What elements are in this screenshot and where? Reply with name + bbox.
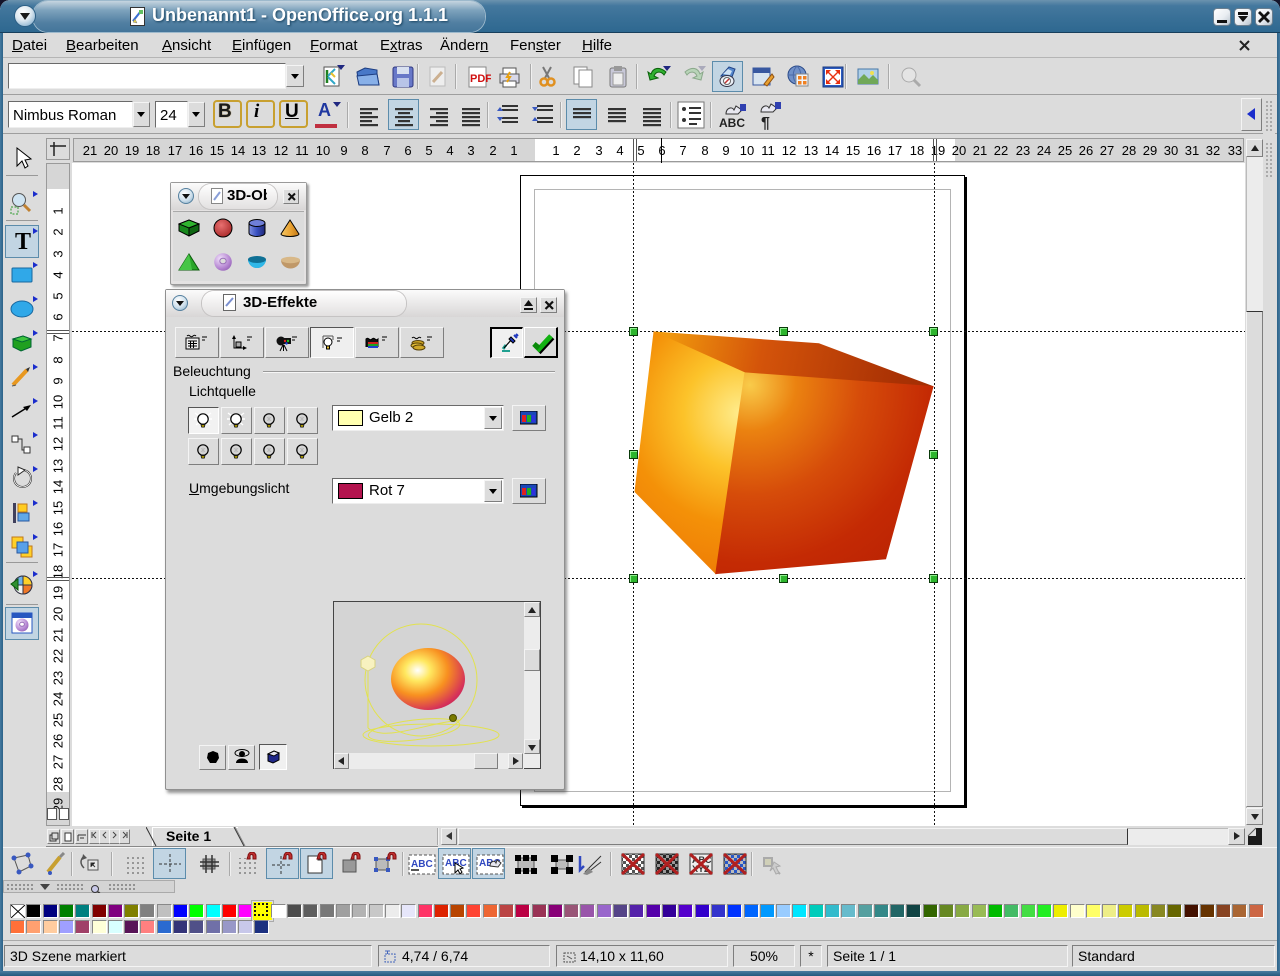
svg-text:¶: ¶ xyxy=(761,115,770,130)
svg-text:ABC: ABC xyxy=(411,859,433,870)
svg-text:T: T xyxy=(15,229,31,254)
svg-text:PDF: PDF xyxy=(470,73,491,85)
svg-text:ABC: ABC xyxy=(719,116,745,130)
